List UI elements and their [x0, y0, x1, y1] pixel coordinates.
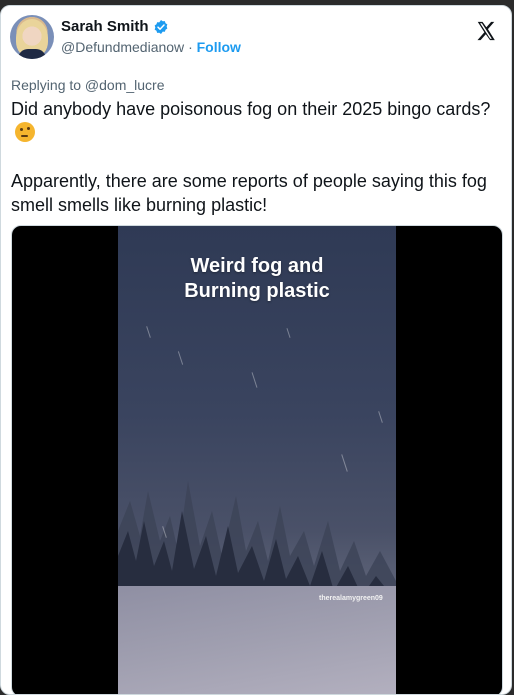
avatar[interactable] — [10, 15, 54, 59]
snowflake-streak — [378, 411, 383, 423]
verified-badge-icon — [154, 19, 167, 34]
author-handle[interactable]: @Defundmedianow — [61, 39, 184, 55]
separator-dot: · — [188, 39, 193, 55]
snowflake-streak — [146, 326, 151, 338]
video-caption-line-2: Burning plastic — [184, 280, 330, 302]
x-logo-icon[interactable] — [475, 20, 497, 42]
snowy-ground — [118, 586, 396, 694]
paragraph-spacer — [11, 145, 491, 169]
tweet-embed-card: Sarah Smith @Defundmedianow · Follow Rep… — [0, 5, 512, 695]
video-frame[interactable]: Weird fog and Burning plastic therealamy… — [118, 226, 396, 694]
follow-button[interactable]: Follow — [197, 39, 241, 55]
snowflake-streak — [251, 372, 258, 388]
replying-to-text[interactable]: Replying to @dom_lucre — [11, 77, 165, 93]
video-caption: Weird fog and Burning plastic — [118, 254, 396, 304]
author-name-row: Sarah Smith — [61, 18, 169, 35]
video-watermark: therealamygreen09 — [319, 595, 383, 602]
avatar-shirt — [18, 49, 46, 59]
tweet-paragraph-1: Did anybody have poisonous fog on their … — [11, 97, 491, 145]
author-name[interactable]: Sarah Smith — [61, 18, 149, 35]
video-caption-line-1: Weird fog and — [190, 255, 324, 277]
snowflake-streak — [177, 351, 184, 365]
video-player[interactable]: Weird fog and Burning plastic therealamy… — [11, 225, 503, 694]
author-handle-row: @Defundmedianow · Follow — [61, 39, 241, 55]
thinking-face-emoji — [15, 122, 35, 142]
tweet-body: Did anybody have poisonous fog on their … — [11, 97, 491, 217]
tweet-paragraph-2: Apparently, there are some reports of pe… — [11, 171, 487, 215]
snowflake-streak — [286, 328, 291, 338]
